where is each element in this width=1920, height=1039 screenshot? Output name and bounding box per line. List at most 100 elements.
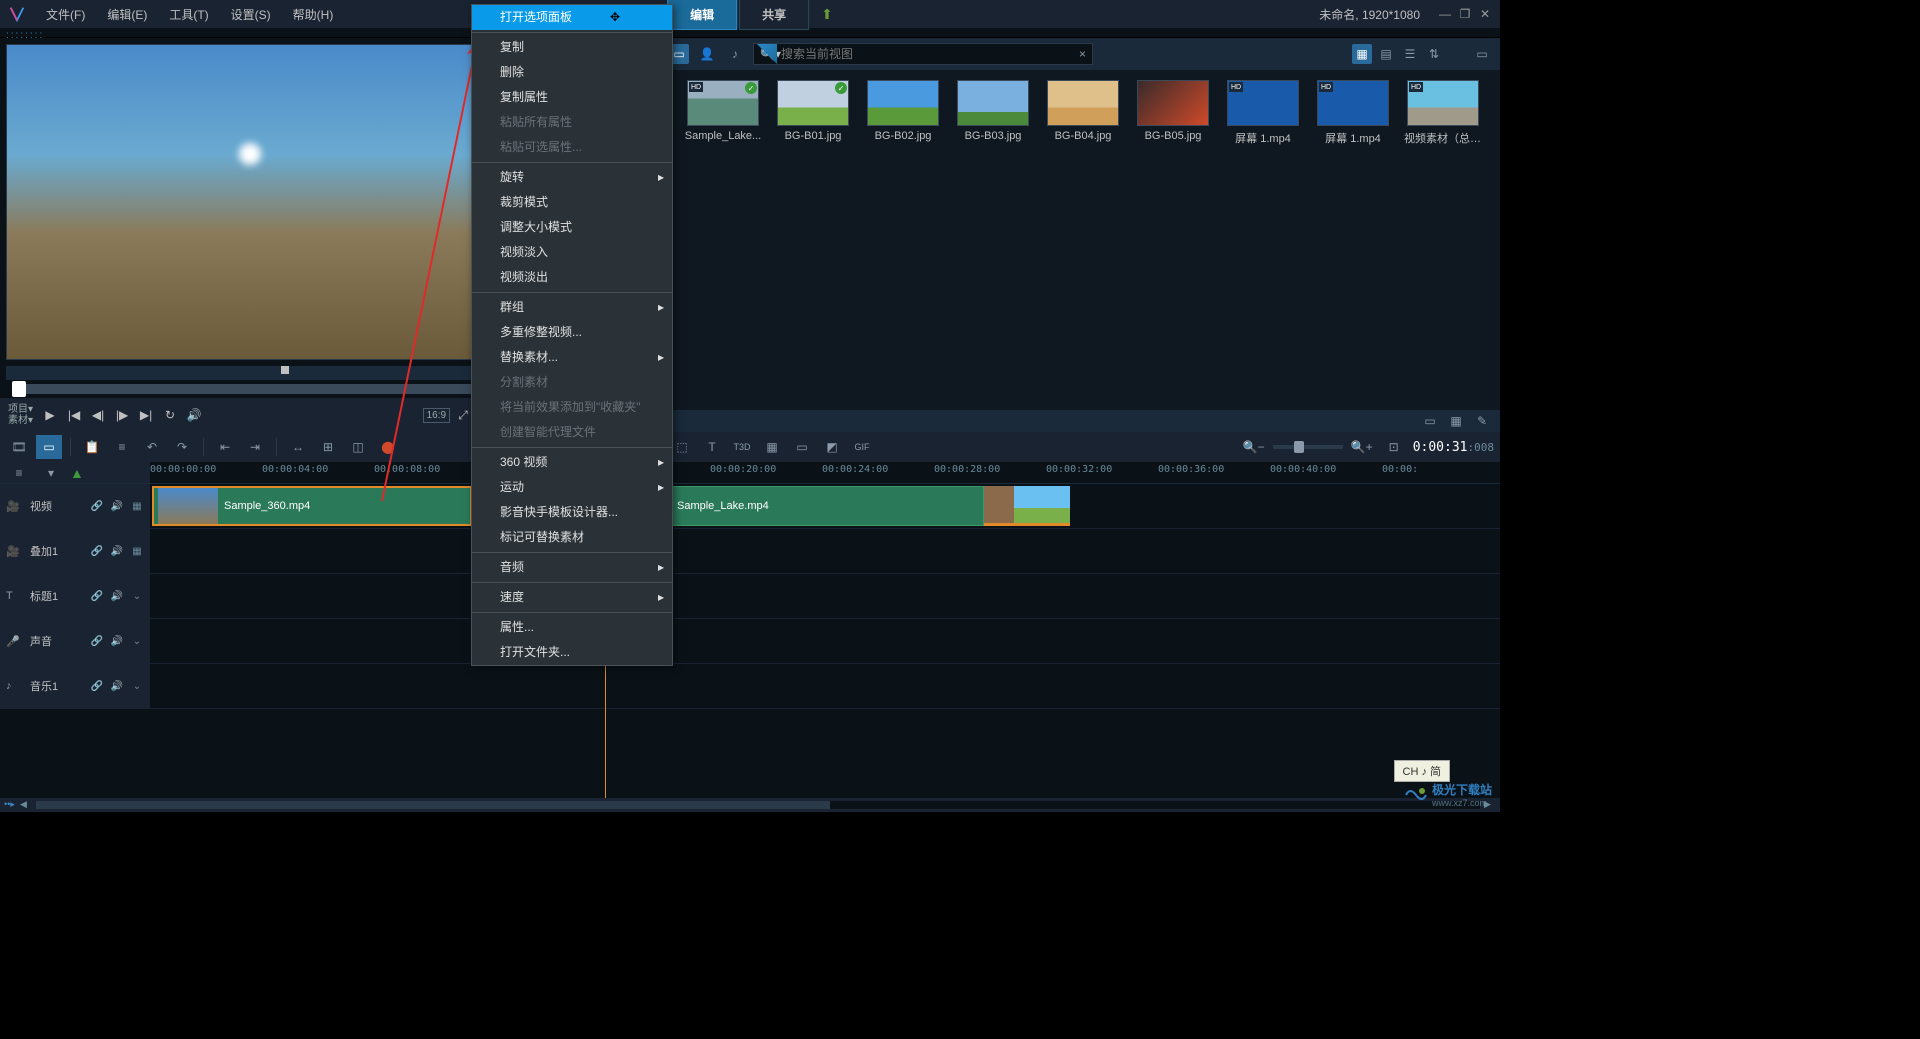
next-frame-button[interactable]: |▶ — [111, 404, 133, 426]
tl-fx-4[interactable]: ▦ — [759, 435, 785, 459]
context-menu-item[interactable]: 属性... — [472, 615, 672, 640]
play-button[interactable]: ▶ — [39, 404, 61, 426]
storyboard-view-icon[interactable]: 🎞 — [6, 435, 32, 459]
media-item[interactable]: HD视频素材（总）... — [1403, 80, 1483, 146]
redo-icon[interactable]: ↷ — [169, 435, 195, 459]
volume-button[interactable]: 🔊 — [183, 404, 205, 426]
context-menu-item[interactable]: 旋转 — [472, 165, 672, 190]
menu-file[interactable]: 文件(F) — [36, 2, 95, 27]
tl-tool-3[interactable]: ⇤ — [212, 435, 238, 459]
sb-left[interactable]: ◀ — [20, 799, 32, 811]
zoom-out-icon[interactable]: 🔍− — [1241, 435, 1267, 459]
tl-tool-4[interactable]: ⇥ — [242, 435, 268, 459]
tab-share[interactable]: 共享 — [739, 0, 809, 30]
tl-tool-1[interactable]: 📋 — [79, 435, 105, 459]
sb-thumb[interactable] — [36, 801, 830, 809]
preview-mode-label[interactable]: 项目▾素材▾ — [8, 404, 33, 426]
minimize-button[interactable]: — — [1438, 7, 1452, 21]
context-menu-item[interactable]: 复制属性 — [472, 85, 672, 110]
overlay-track-content[interactable] — [150, 529, 1500, 573]
clip-image[interactable] — [1014, 486, 1070, 526]
track-fx-icon[interactable]: ▦ — [130, 499, 144, 513]
fit-timeline-icon[interactable]: ⊡ — [1381, 435, 1407, 459]
context-menu-item[interactable]: 360 视频 — [472, 450, 672, 475]
menu-edit[interactable]: 编辑(E) — [97, 2, 157, 27]
title-track-content[interactable] — [150, 574, 1500, 618]
loop-button[interactable]: ↻ — [159, 404, 181, 426]
menu-help[interactable]: 帮助(H) — [283, 2, 344, 27]
context-menu-item[interactable]: 替换素材... — [472, 345, 672, 370]
filter-audio-icon[interactable]: ♪ — [725, 44, 745, 64]
track-mute-icon[interactable]: 🔊 — [110, 679, 124, 693]
media-item[interactable]: BG-B05.jpg — [1133, 80, 1213, 146]
media-item[interactable]: HD屏幕 1.mp4 — [1313, 80, 1393, 146]
tl-tool-6[interactable]: ◫ — [345, 435, 371, 459]
video-track-content[interactable]: Sample_360.mp4 Sample_Lake.mp4 — [150, 484, 1500, 528]
media-item[interactable]: HD✓Sample_Lake... — [683, 80, 763, 146]
go-start-button[interactable]: |◀ — [63, 404, 85, 426]
menu-settings[interactable]: 设置(S) — [221, 2, 281, 27]
voice-track-content[interactable] — [150, 619, 1500, 663]
tl-text-icon[interactable]: T — [699, 435, 725, 459]
context-menu-item[interactable]: 打开文件夹... — [472, 640, 672, 665]
context-menu-item[interactable]: 速度 — [472, 585, 672, 610]
track-expand-icon[interactable]: ⌄ — [130, 589, 144, 603]
search-clear[interactable]: × — [1079, 47, 1086, 61]
track-link-icon[interactable]: 🔗 — [90, 499, 104, 513]
aspect-ratio[interactable]: 16:9 — [423, 408, 450, 423]
track-mute-icon[interactable]: 🔊 — [110, 544, 124, 558]
search-box[interactable]: 🔍▾ × — [753, 43, 1093, 65]
lib-extra-icon[interactable]: ▭ — [1472, 44, 1492, 64]
undo-icon[interactable]: ↶ — [139, 435, 165, 459]
sb-menu[interactable]: ••▸ — [4, 799, 16, 811]
track-link-icon[interactable]: 🔗 — [90, 544, 104, 558]
music-track-content[interactable] — [150, 664, 1500, 708]
track-sort-icon[interactable]: ▲ — [70, 465, 84, 481]
track-opts-1[interactable]: ≡ — [6, 461, 32, 485]
track-opts-2[interactable]: ▾ — [38, 461, 64, 485]
context-menu-item[interactable]: 视频淡入 — [472, 240, 672, 265]
context-menu-item[interactable]: 群组 — [472, 295, 672, 320]
timeline-ruler[interactable]: ≡ ▾ ▲ 00:00:00:0000:00:04:0000:00:08:000… — [0, 462, 1500, 484]
timeline-timecode[interactable]: 0:00:31:008 — [1413, 440, 1494, 455]
context-menu-item[interactable]: 打开选项面板 — [472, 5, 672, 30]
tl-tool-2[interactable]: ≡ — [109, 435, 135, 459]
go-end-button[interactable]: ▶| — [135, 404, 157, 426]
tl-3d-icon[interactable]: T3D — [729, 435, 755, 459]
track-expand-icon[interactable]: ⌄ — [130, 679, 144, 693]
zoom-slider[interactable] — [1273, 445, 1343, 449]
restore-button[interactable]: ❐ — [1458, 7, 1472, 21]
track-link-icon[interactable]: 🔗 — [90, 589, 104, 603]
tl-gif-icon[interactable]: GIF — [849, 435, 875, 459]
track-link-icon[interactable]: 🔗 — [90, 634, 104, 648]
upload-icon[interactable]: ⬆ — [821, 6, 833, 23]
context-menu-item[interactable]: 裁剪模式 — [472, 190, 672, 215]
timeline-view-icon[interactable]: ▭ — [36, 435, 62, 459]
ime-indicator[interactable]: CH ♪ 简 — [1394, 760, 1451, 782]
track-mute-icon[interactable]: 🔊 — [110, 499, 124, 513]
menu-tools[interactable]: 工具(T) — [159, 2, 218, 27]
lib-foot-1[interactable]: ▭ — [1420, 411, 1440, 431]
prev-frame-button[interactable]: ◀| — [87, 404, 109, 426]
record-icon[interactable]: ⬤ — [375, 435, 401, 459]
view-list-icon[interactable]: ☰ — [1400, 44, 1420, 64]
view-medium-icon[interactable]: ▤ — [1376, 44, 1396, 64]
tl-fx-6[interactable]: ◩ — [819, 435, 845, 459]
track-fx-icon[interactable]: ▦ — [130, 544, 144, 558]
clip-sample-360[interactable]: Sample_360.mp4 — [152, 486, 472, 526]
context-menu-item[interactable]: 音频 — [472, 555, 672, 580]
clip-sample-lake[interactable]: Sample_Lake.mp4 — [672, 486, 984, 526]
context-menu-item[interactable]: 多重修整视频... — [472, 320, 672, 345]
context-menu-item[interactable]: 影音快手模板设计器... — [472, 500, 672, 525]
view-thumb-icon[interactable]: ▦ — [1352, 44, 1372, 64]
context-menu-item[interactable]: 运动 — [472, 475, 672, 500]
close-button[interactable]: ✕ — [1478, 7, 1492, 21]
context-menu-item[interactable]: 标记可替换素材 — [472, 525, 672, 550]
tl-tool-5[interactable]: ⊞ — [315, 435, 341, 459]
search-input[interactable] — [781, 47, 1079, 61]
media-item[interactable]: BG-B02.jpg — [863, 80, 943, 146]
scrub-handle[interactable] — [12, 381, 26, 397]
tab-edit[interactable]: 编辑 — [667, 0, 737, 30]
media-item[interactable]: HD屏幕 1.mp4 — [1223, 80, 1303, 146]
lib-foot-3[interactable]: ✎ — [1472, 411, 1492, 431]
